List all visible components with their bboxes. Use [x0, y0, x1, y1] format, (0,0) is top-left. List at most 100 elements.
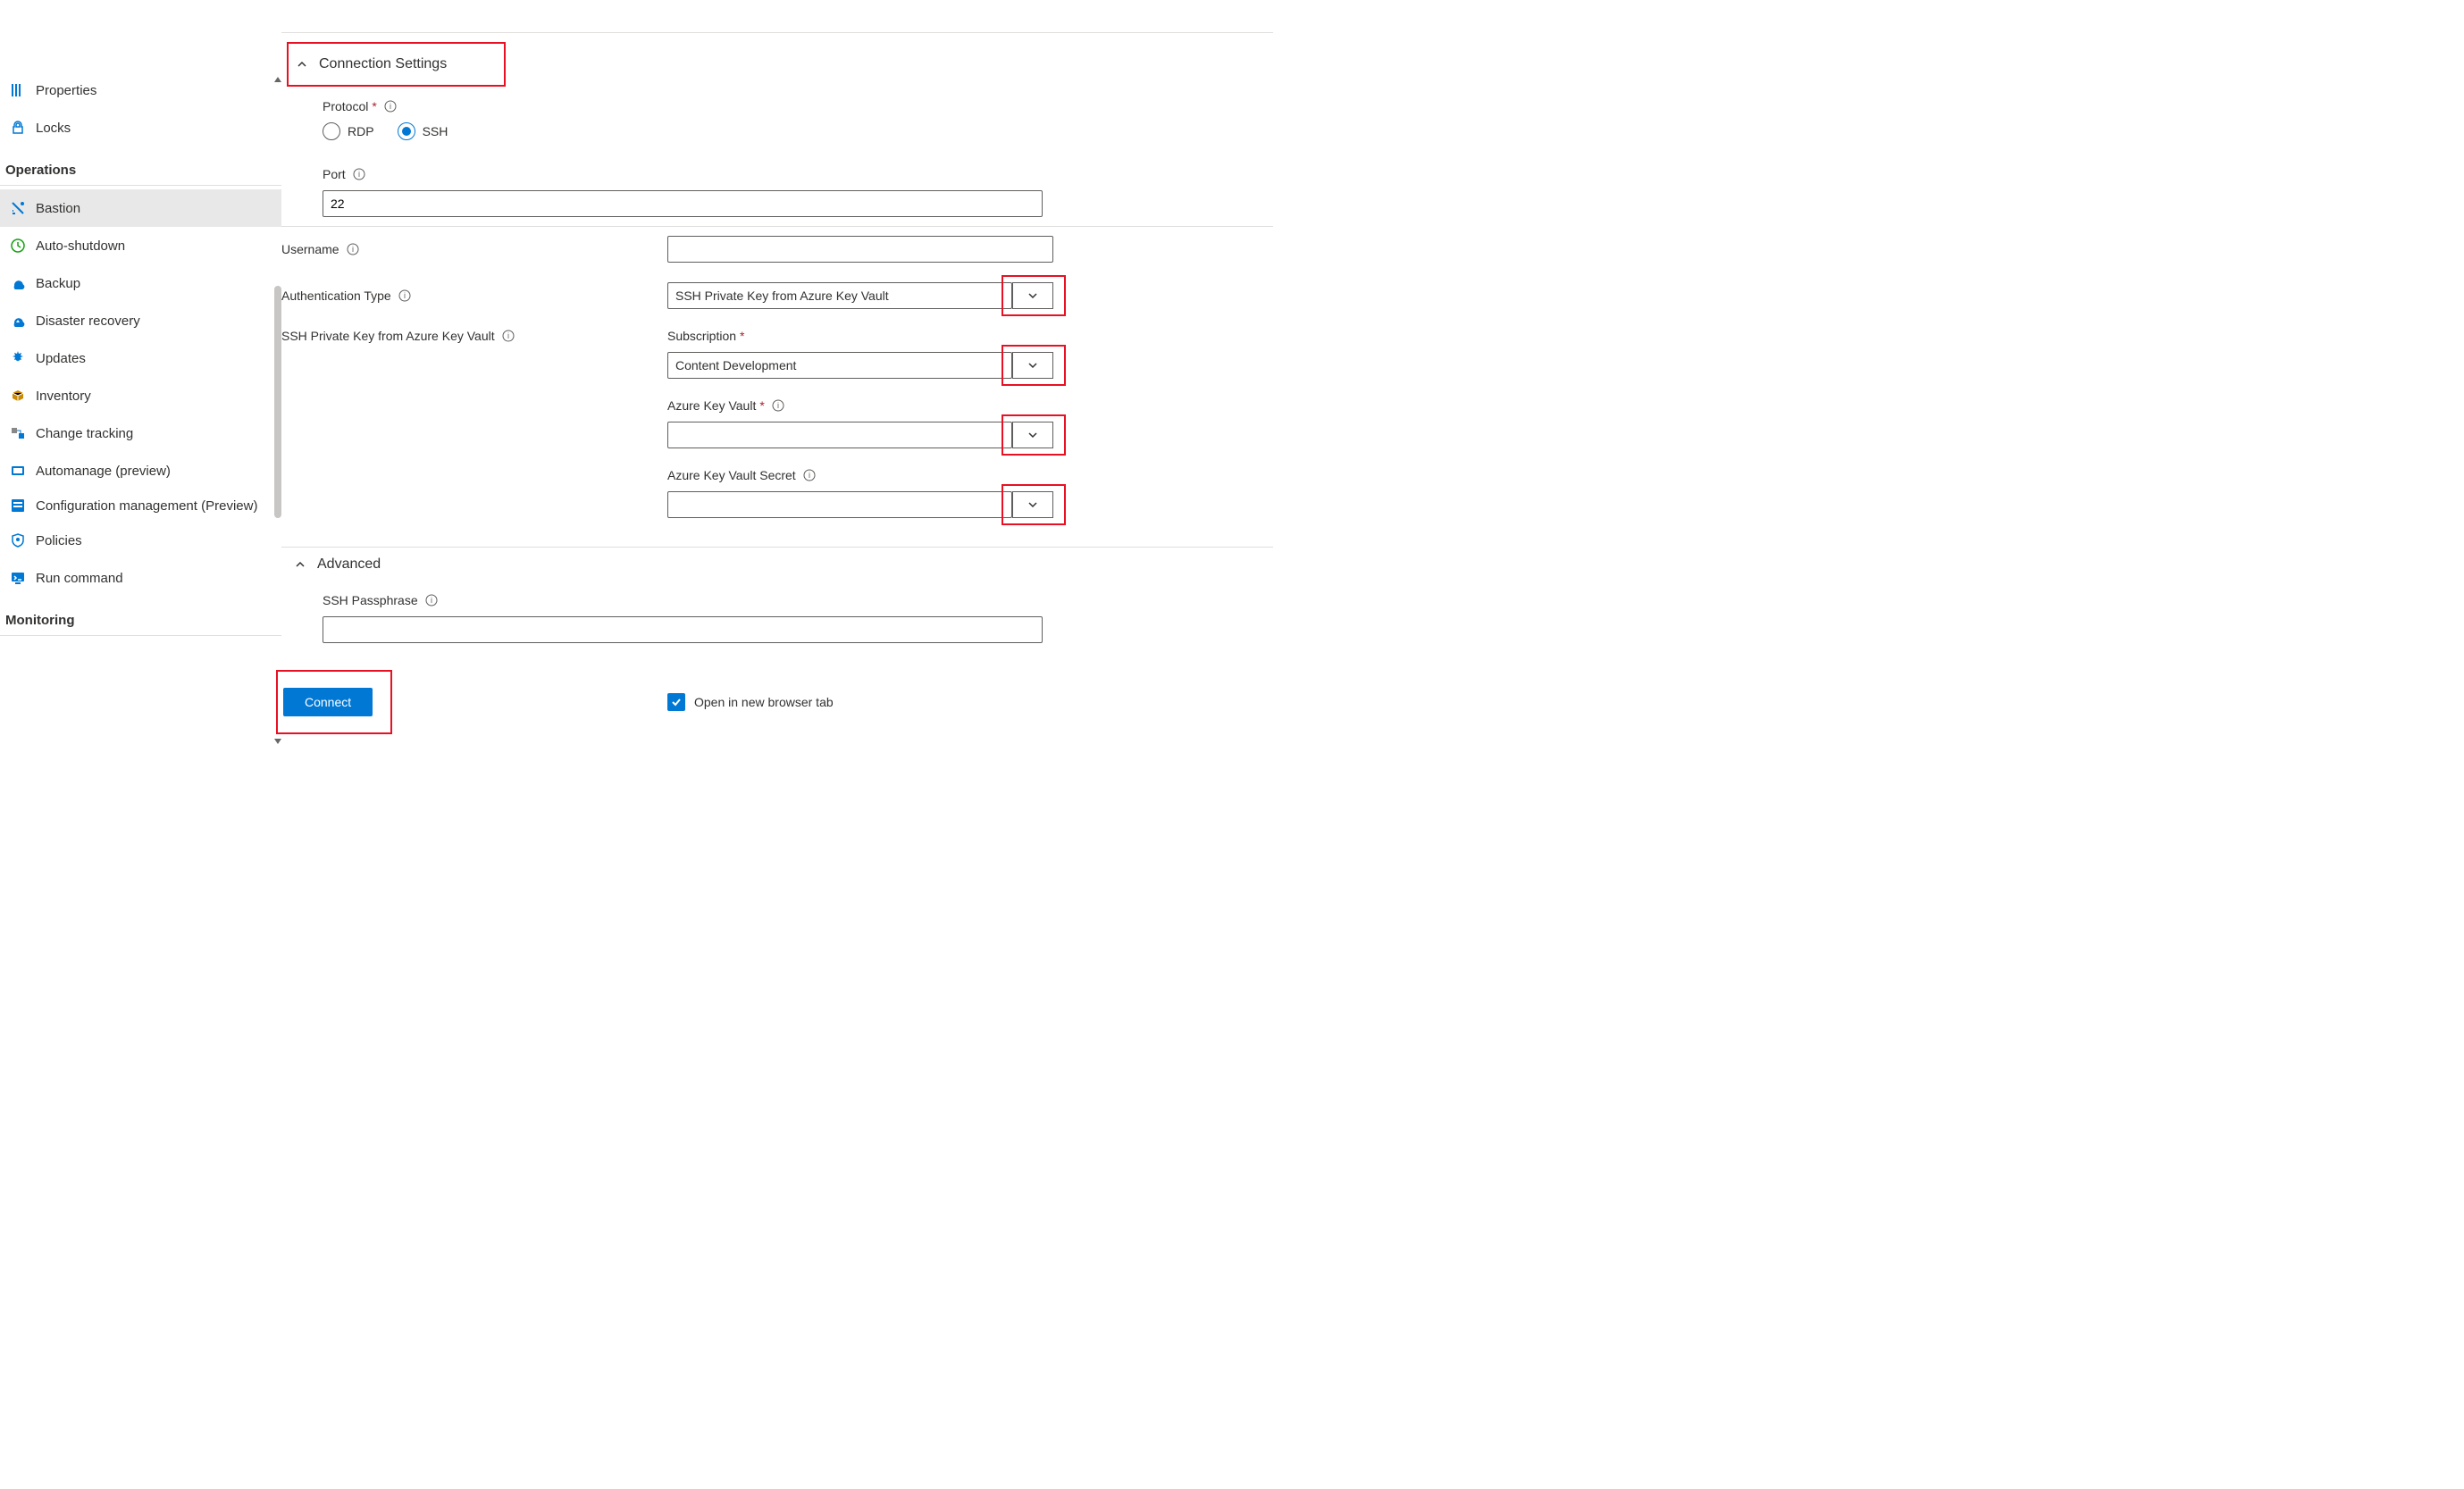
disaster-recovery-icon [9, 312, 27, 330]
required-marker: * [759, 398, 764, 413]
subscription-label: Subscription * [667, 329, 745, 343]
sidebar-item-label: Policies [36, 533, 82, 548]
sidebar-item-backup[interactable]: Backup [0, 264, 281, 302]
sidebar: Properties Locks Operations Bastion Aut [0, 0, 281, 752]
username-input[interactable] [667, 236, 1053, 263]
ssh-passphrase-input[interactable] [323, 616, 1043, 643]
divider [281, 547, 1273, 548]
chevron-down-icon [1027, 359, 1039, 372]
bastion-icon [9, 199, 27, 217]
sidebar-item-dr[interactable]: Disaster recovery [0, 302, 281, 339]
protocol-ssh-radio[interactable]: SSH [398, 122, 448, 140]
auth-type-label: Authentication Type i [281, 289, 411, 303]
sidebar-item-bastion[interactable]: Bastion [0, 189, 281, 227]
connection-settings-title: Connection Settings [319, 56, 447, 72]
inventory-icon [9, 387, 27, 405]
sidebar-item-label: Disaster recovery [36, 314, 140, 329]
akv-label: Azure Key Vault * i [667, 398, 784, 413]
akv-secret-label: Azure Key Vault Secret i [667, 468, 816, 482]
auth-type-dropdown-button[interactable] [1012, 282, 1053, 309]
ssh-passphrase-label: SSH Passphrase i [323, 593, 438, 607]
connection-settings-toggle[interactable]: Connection Settings [289, 44, 454, 85]
protocol-label: Protocol * i [323, 99, 397, 113]
required-marker: * [372, 99, 376, 113]
svg-text:i: i [809, 471, 810, 480]
akv-secret-dropdown-button[interactable] [1012, 491, 1053, 518]
svg-text:i: i [352, 245, 354, 254]
protocol-rdp-radio[interactable]: RDP [323, 122, 374, 140]
sidebar-item-label: Run command [36, 571, 123, 586]
config-icon [9, 497, 27, 514]
subscription-select[interactable]: Content Development [667, 352, 1012, 379]
svg-text:i: i [431, 596, 432, 605]
policies-icon [9, 531, 27, 549]
backup-icon [9, 274, 27, 292]
sidebar-item-properties[interactable]: Properties [0, 71, 281, 109]
chevron-down-icon [1027, 429, 1039, 441]
username-label: Username i [281, 242, 359, 256]
sidebar-item-policies[interactable]: Policies [0, 522, 281, 559]
chevron-down-icon [1027, 498, 1039, 511]
subscription-dropdown-button[interactable] [1012, 352, 1053, 379]
akv-dropdown-button[interactable] [1012, 422, 1053, 448]
auth-type-select[interactable]: SSH Private Key from Azure Key Vault [667, 282, 1012, 309]
sidebar-item-label: Configuration management (Preview) [36, 498, 257, 514]
run-command-icon [9, 569, 27, 587]
info-icon[interactable]: i [502, 330, 515, 342]
info-icon[interactable]: i [772, 399, 784, 412]
svg-text:i: i [507, 331, 509, 340]
advanced-toggle[interactable]: Advanced [294, 556, 381, 573]
svg-text:i: i [777, 401, 779, 410]
sidebar-item-updates[interactable]: Updates [0, 339, 281, 377]
clock-icon [9, 237, 27, 255]
change-tracking-icon [9, 424, 27, 442]
gear-icon [9, 349, 27, 367]
highlight-connection-settings: Connection Settings [287, 42, 506, 87]
open-new-tab-checkbox[interactable]: Open in new browser tab [667, 693, 834, 711]
main-content: Connection Settings Protocol * i RDP [281, 0, 1295, 752]
sidebar-item-runcmd[interactable]: Run command [0, 559, 281, 597]
sidebar-item-label: Properties [36, 83, 96, 98]
info-icon[interactable]: i [347, 243, 359, 255]
akv-secret-select[interactable] [667, 491, 1012, 518]
port-label: Port i [323, 167, 365, 181]
info-icon[interactable]: i [398, 289, 411, 302]
chevron-up-icon [294, 558, 306, 571]
sidebar-item-config[interactable]: Configuration management (Preview) [0, 489, 281, 522]
info-icon[interactable]: i [425, 594, 438, 606]
sidebar-item-inventory[interactable]: Inventory [0, 377, 281, 414]
port-input[interactable] [323, 190, 1043, 217]
sidebar-item-label: Locks [36, 121, 71, 136]
sidebar-item-label: Inventory [36, 389, 91, 404]
chevron-down-icon [1027, 289, 1039, 302]
chevron-up-icon [296, 58, 308, 71]
sidebar-item-automanage[interactable]: Automanage (preview) [0, 452, 281, 489]
highlight-connect: Connect [276, 670, 392, 734]
sidebar-item-label: Change tracking [36, 426, 133, 441]
connect-button[interactable]: Connect [283, 688, 373, 716]
svg-text:i: i [390, 102, 391, 111]
checkbox-icon [667, 693, 685, 711]
keyvault-section-label: SSH Private Key from Azure Key Vault i [281, 329, 515, 343]
radio-label: RDP [348, 124, 374, 138]
sidebar-item-locks[interactable]: Locks [0, 109, 281, 146]
info-icon[interactable]: i [353, 168, 365, 180]
advanced-title: Advanced [317, 556, 381, 573]
automanage-icon [9, 462, 27, 480]
akv-select[interactable] [667, 422, 1012, 448]
lock-icon [9, 119, 27, 137]
info-icon[interactable]: i [803, 469, 816, 481]
info-icon[interactable]: i [384, 100, 397, 113]
sidebar-item-label: Automanage (preview) [36, 464, 171, 479]
radio-label: SSH [423, 124, 448, 138]
sidebar-item-label: Auto-shutdown [36, 238, 125, 254]
sidebar-item-changetracking[interactable]: Change tracking [0, 414, 281, 452]
required-marker: * [740, 329, 744, 343]
sidebar-item-label: Updates [36, 351, 86, 366]
sidebar-section-operations: Operations [0, 146, 281, 186]
sidebar-section-monitoring: Monitoring [0, 597, 281, 636]
sidebar-item-label: Bastion [36, 201, 80, 216]
sidebar-item-autoshutdown[interactable]: Auto-shutdown [0, 227, 281, 264]
divider [281, 226, 1273, 227]
properties-icon [9, 81, 27, 99]
